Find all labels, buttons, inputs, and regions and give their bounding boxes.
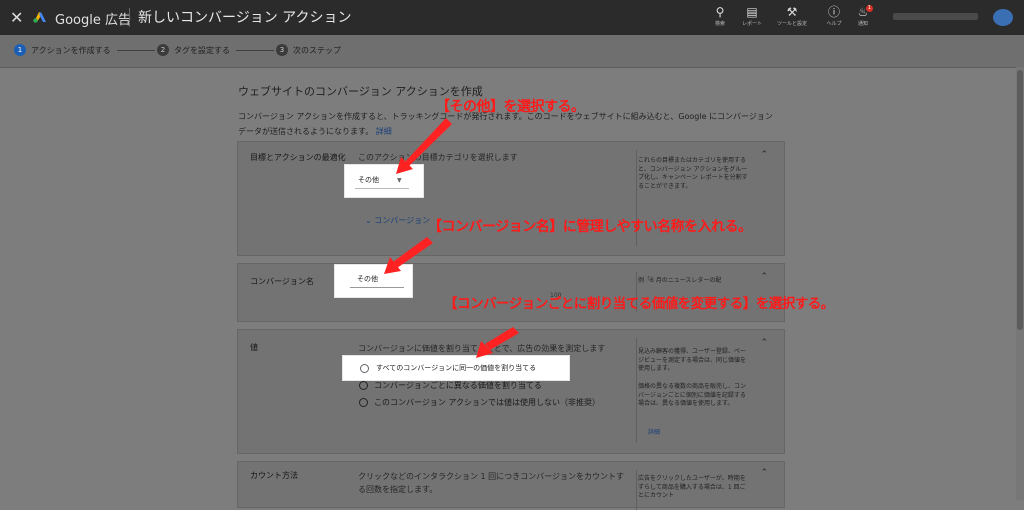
annotation-arrows: [384, 118, 519, 358]
annotation-conversion-name: 【コンバージョン名】に管理しやすい名称を入れる。: [428, 219, 752, 235]
annotation-select-other: 【その他】を選択する。: [436, 99, 585, 115]
arrow-3-shaft: [485, 327, 519, 350]
arrow-2-shaft: [393, 237, 433, 268]
arrow-1-shaft: [404, 118, 452, 167]
annotation-select-value-option: 【コンバージョンごとに割り当てる価値を変更する】を選択する。: [444, 296, 834, 312]
